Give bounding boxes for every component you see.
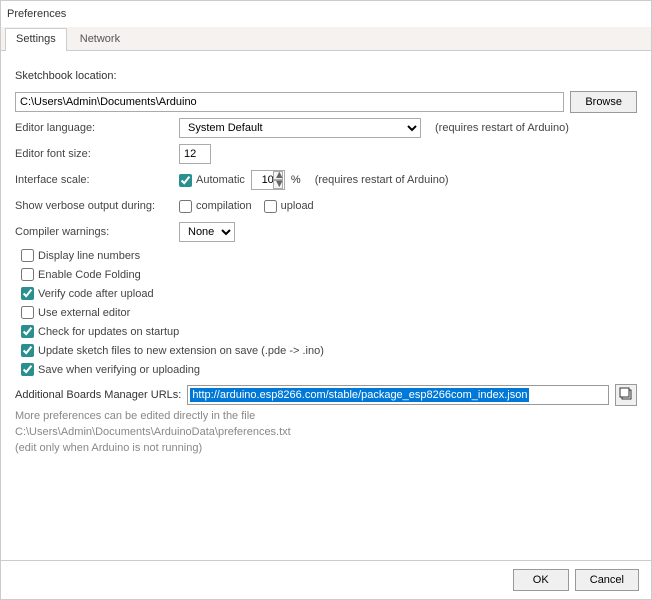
tab-network[interactable]: Network [69,28,131,51]
window-list-icon [619,387,633,404]
verify-upload-text: Verify code after upload [38,288,154,300]
automatic-checkbox[interactable] [179,174,192,187]
update-ext-checkbox-label[interactable]: Update sketch files to new extension on … [21,344,637,357]
cancel-button[interactable]: Cancel [575,569,639,591]
compilation-checkbox[interactable] [179,200,192,213]
compiler-warnings-label: Compiler warnings: [15,226,173,238]
check-updates-checkbox[interactable] [21,325,34,338]
compilation-checkbox-label[interactable]: compilation [179,200,252,213]
line-numbers-checkbox-label[interactable]: Display line numbers [21,249,637,262]
spinner-arrows: ▲ ▼ [272,171,284,189]
restart-note-1: (requires restart of Arduino) [435,122,569,134]
verify-upload-checkbox[interactable] [21,287,34,300]
editor-font-label: Editor font size: [15,148,173,160]
check-updates-text: Check for updates on startup [38,326,179,338]
save-verify-checkbox-label[interactable]: Save when verifying or uploading [21,363,637,376]
options-stack: Display line numbers Enable Code Folding… [21,249,637,376]
close-button[interactable] [621,4,645,24]
hint-line-2: C:\Users\Admin\Documents\ArduinoData\pre… [15,426,637,438]
upload-checkbox[interactable] [264,200,277,213]
check-updates-checkbox-label[interactable]: Check for updates on startup [21,325,637,338]
editor-font-input[interactable] [179,144,211,164]
boards-url-label: Additional Boards Manager URLs: [15,389,181,401]
sketchbook-label-row: Sketchbook location: [15,65,637,87]
compiler-warnings-select[interactable]: None [179,222,235,242]
compilation-text: compilation [196,200,252,212]
boards-url-value: http://arduino.esp8266.com/stable/packag… [190,388,529,402]
verify-upload-checkbox-label[interactable]: Verify code after upload [21,287,637,300]
sketchbook-input[interactable] [15,92,564,112]
verbose-row: Show verbose output during: compilation … [15,195,637,217]
content-area: Sketchbook location: Browse Editor langu… [1,51,651,560]
hint-line-1: More preferences can be edited directly … [15,410,637,422]
editor-lang-label: Editor language: [15,122,173,134]
editor-lang-select[interactable]: System Default [179,118,421,138]
titlebar: Preferences [1,1,651,27]
tab-settings[interactable]: Settings [5,28,67,51]
code-folding-text: Enable Code Folding [38,269,141,281]
boards-url-input[interactable]: http://arduino.esp8266.com/stable/packag… [187,385,609,405]
upload-checkbox-label[interactable]: upload [264,200,314,213]
editor-font-row: Editor font size: [15,143,637,165]
boards-url-row: Additional Boards Manager URLs: http://a… [15,384,637,406]
update-ext-text: Update sketch files to new extension on … [38,345,324,357]
compiler-warnings-row: Compiler warnings: None [15,221,637,243]
external-editor-checkbox-label[interactable]: Use external editor [21,306,637,319]
boards-url-expand-button[interactable] [615,384,637,406]
upload-text: upload [281,200,314,212]
spinner-down-icon[interactable]: ▼ [273,180,283,189]
external-editor-text: Use external editor [38,307,130,319]
hint-line-3: (edit only when Arduino is not running) [15,442,637,454]
sketchbook-label: Sketchbook location: [15,70,117,82]
interface-scale-row: Interface scale: Automatic ▲ ▼ % (requir… [15,169,637,191]
code-folding-checkbox[interactable] [21,268,34,281]
line-numbers-checkbox[interactable] [21,249,34,262]
restart-note-2: (requires restart of Arduino) [315,174,449,186]
editor-lang-row: Editor language: System Default (require… [15,117,637,139]
verbose-label: Show verbose output during: [15,200,173,212]
save-verify-text: Save when verifying or uploading [38,364,200,376]
automatic-text: Automatic [196,174,245,186]
percent-sign: % [291,174,301,186]
preferences-window: Preferences Settings Network Sketchbook … [0,0,652,600]
line-numbers-text: Display line numbers [38,250,140,262]
save-verify-checkbox[interactable] [21,363,34,376]
tabstrip: Settings Network [1,27,651,51]
ok-button[interactable]: OK [513,569,569,591]
scale-spinner: ▲ ▼ [251,170,285,190]
sketchbook-row: Browse [15,91,637,113]
update-ext-checkbox[interactable] [21,344,34,357]
browse-button[interactable]: Browse [570,91,637,113]
code-folding-checkbox-label[interactable]: Enable Code Folding [21,268,637,281]
interface-scale-label: Interface scale: [15,174,173,186]
external-editor-checkbox[interactable] [21,306,34,319]
window-title: Preferences [7,8,621,20]
footer: OK Cancel [1,560,651,599]
automatic-checkbox-label[interactable]: Automatic [179,174,245,187]
